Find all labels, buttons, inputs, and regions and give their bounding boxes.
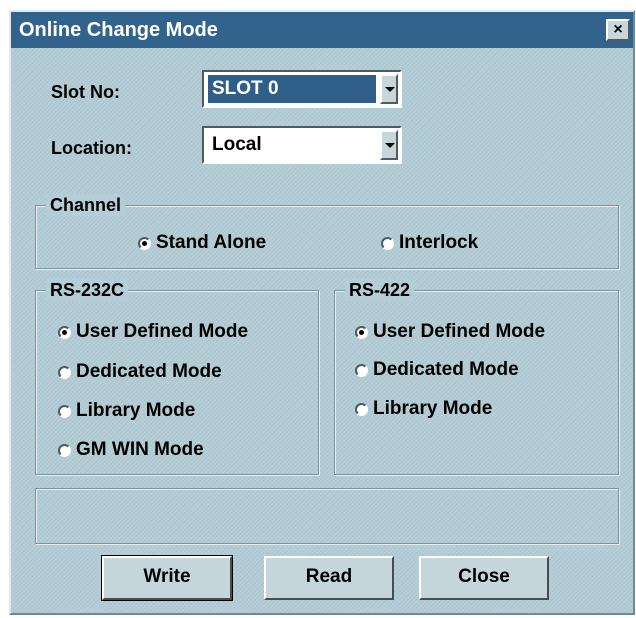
rs232c-user-defined-label: User Defined Mode xyxy=(76,321,249,342)
write-button[interactable]: Write xyxy=(101,555,233,601)
location-value: Local xyxy=(212,134,262,155)
radio-unchecked-icon xyxy=(355,402,368,416)
rs232c-radio-gm-win[interactable]: GM WIN Mode xyxy=(58,439,204,461)
radio-unchecked-icon xyxy=(355,363,368,377)
rs232c-group: RS-232C User Defined Mode Dedicated Mode… xyxy=(35,279,319,475)
rs232c-radio-dedicated[interactable]: Dedicated Mode xyxy=(58,361,222,383)
radio-unchecked-icon xyxy=(381,236,394,250)
rs422-radio-user-defined[interactable]: User Defined Mode xyxy=(355,321,545,343)
window-title: Online Change Mode xyxy=(19,19,218,41)
rs232c-library-label: Library Mode xyxy=(76,400,196,421)
radio-stand-alone-label: Stand Alone xyxy=(156,232,267,253)
online-change-mode-dialog: Online Change Mode × Slot No: SLOT 0 Loc… xyxy=(9,10,635,615)
location-label: Location: xyxy=(51,138,132,158)
rs422-library-label: Library Mode xyxy=(373,398,493,419)
close-button[interactable]: Close xyxy=(419,556,549,600)
rs422-dedicated-label: Dedicated Mode xyxy=(373,359,519,380)
radio-interlock[interactable]: Interlock xyxy=(381,232,478,254)
rs232c-group-title: RS-232C xyxy=(46,279,129,301)
close-icon[interactable]: × xyxy=(606,19,630,41)
status-area xyxy=(35,488,619,544)
radio-stand-alone[interactable]: Stand Alone xyxy=(138,232,266,254)
slot-no-dropdown[interactable]: SLOT 0 xyxy=(202,70,402,108)
radio-checked-icon xyxy=(138,236,151,250)
rs422-radio-dedicated[interactable]: Dedicated Mode xyxy=(355,359,519,381)
chevron-down-icon[interactable] xyxy=(380,74,398,104)
chevron-down-icon[interactable] xyxy=(380,130,398,160)
radio-interlock-label: Interlock xyxy=(399,232,479,253)
read-button[interactable]: Read xyxy=(264,556,394,600)
rs232c-radio-library[interactable]: Library Mode xyxy=(58,400,195,422)
channel-group-title: Channel xyxy=(46,194,126,216)
rs232c-gm-win-label: GM WIN Mode xyxy=(76,439,204,460)
radio-checked-icon xyxy=(58,325,71,339)
rs232c-dedicated-label: Dedicated Mode xyxy=(76,361,222,382)
location-dropdown[interactable]: Local xyxy=(202,126,402,164)
channel-group: Channel Stand Alone Interlock xyxy=(35,194,619,269)
radio-unchecked-icon xyxy=(58,365,71,379)
rs422-user-defined-label: User Defined Mode xyxy=(373,321,546,342)
title-bar: Online Change Mode × xyxy=(11,12,633,48)
rs422-radio-library[interactable]: Library Mode xyxy=(355,398,492,420)
slot-no-label: Slot No: xyxy=(51,82,120,102)
rs422-group-title: RS-422 xyxy=(345,279,415,301)
rs232c-radio-user-defined[interactable]: User Defined Mode xyxy=(58,321,248,343)
radio-checked-icon xyxy=(355,325,368,339)
radio-unchecked-icon xyxy=(58,443,71,457)
slot-no-value: SLOT 0 xyxy=(208,75,376,103)
radio-unchecked-icon xyxy=(58,404,71,418)
rs422-group: RS-422 User Defined Mode Dedicated Mode … xyxy=(334,279,619,475)
